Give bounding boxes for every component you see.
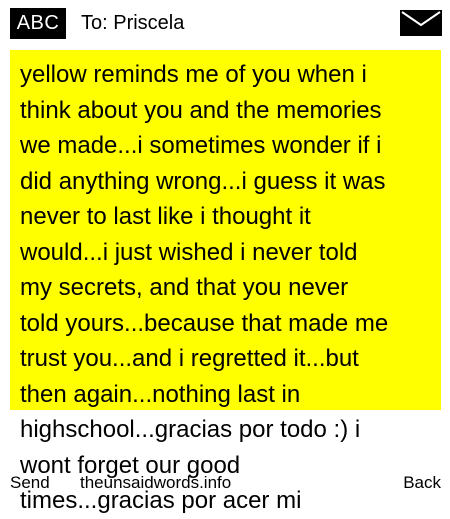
message-body[interactable]: yellow reminds me of you when i think ab…	[20, 57, 435, 519]
envelope-icon	[400, 10, 442, 36]
input-mode-badge[interactable]: ABC	[10, 8, 66, 39]
message-line: my secrets, and that you never	[20, 274, 349, 301]
send-button[interactable]: Send	[10, 473, 50, 493]
message-line: told yours...because that made me	[20, 309, 389, 337]
compose-header: ABC To: Priscela	[0, 0, 450, 44]
message-line: think about you and the memories	[20, 96, 382, 124]
message-line: we made...i sometimes wonder if i	[20, 132, 382, 159]
message-line: trust you...and i regretted it...but	[20, 345, 359, 372]
message-line: did anything wrong...i guess it was	[20, 167, 386, 195]
message-line: would...i just wished i never told	[20, 238, 358, 266]
back-button[interactable]: Back	[403, 473, 441, 493]
recipient-label: To: Priscela	[81, 12, 185, 34]
site-link[interactable]: theunsaidwords.info	[80, 473, 231, 493]
message-line: then again...nothing last in	[20, 380, 301, 408]
message-line: yellow reminds me of you when i	[20, 61, 367, 88]
message-line: highschool...gracias por todo :) i	[20, 416, 361, 443]
message-line: never to last like i thought it	[20, 203, 311, 230]
